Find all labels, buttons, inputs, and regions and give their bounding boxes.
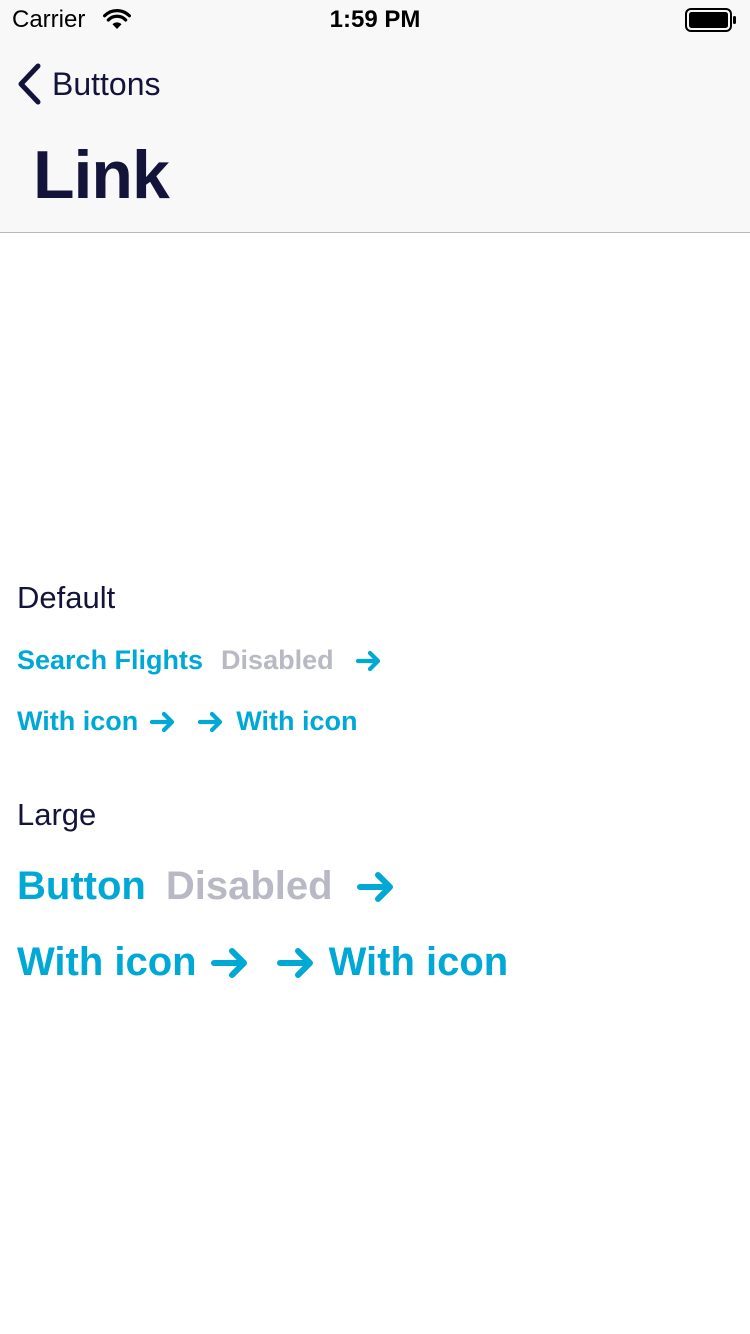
large-disabled-link[interactable]: Disabled bbox=[166, 864, 333, 909]
battery-icon bbox=[685, 8, 736, 32]
with-icon-trailing-label: With icon bbox=[17, 706, 139, 736]
disabled-link[interactable]: Disabled bbox=[221, 645, 334, 676]
large-row-2: With icon With icon bbox=[17, 940, 508, 985]
large-row-1: Button Disabled bbox=[17, 864, 395, 909]
with-icon-leading-label: With icon bbox=[236, 706, 358, 736]
icon-only-link[interactable] bbox=[355, 650, 382, 672]
page-title: Link bbox=[33, 137, 170, 213]
arrow-right-icon bbox=[198, 711, 223, 732]
large-button-label: Button bbox=[17, 864, 146, 908]
arrow-right-icon bbox=[356, 871, 393, 902]
back-button[interactable]: Buttons bbox=[14, 60, 161, 108]
chevron-left-icon bbox=[18, 63, 41, 105]
large-button-link[interactable]: Button bbox=[17, 864, 146, 909]
large-with-icon-leading-link[interactable]: With icon bbox=[276, 940, 509, 985]
navigation-header: Buttons Link bbox=[0, 40, 750, 233]
screen: Carrier 1:59 PM Buttons Link Default Sea… bbox=[0, 0, 750, 1334]
search-flights-link[interactable]: Search Flights bbox=[17, 645, 203, 676]
large-with-icon-leading-label: With icon bbox=[328, 940, 509, 984]
large-disabled-label: Disabled bbox=[165, 864, 333, 908]
arrow-right-icon bbox=[150, 711, 175, 732]
disabled-link-label: Disabled bbox=[221, 645, 334, 675]
large-with-icon-trailing-link[interactable]: With icon bbox=[17, 940, 249, 985]
large-with-icon-trailing-label: With icon bbox=[17, 940, 197, 984]
search-flights-label: Search Flights bbox=[17, 645, 204, 675]
arrow-right-icon bbox=[210, 947, 247, 978]
arrow-right-icon bbox=[276, 947, 313, 978]
status-bar: Carrier 1:59 PM bbox=[0, 0, 750, 40]
default-row-1: Search Flights Disabled bbox=[17, 645, 382, 676]
default-row-2: With icon With icon bbox=[17, 706, 358, 737]
with-icon-leading-link[interactable]: With icon bbox=[198, 706, 358, 737]
section-label-large: Large bbox=[17, 797, 97, 832]
status-time: 1:59 PM bbox=[329, 6, 421, 33]
with-icon-trailing-link[interactable]: With icon bbox=[17, 706, 176, 737]
arrow-right-icon bbox=[355, 650, 380, 671]
large-icon-only-link[interactable] bbox=[356, 870, 395, 904]
back-button-label: Buttons bbox=[52, 65, 161, 102]
section-label-default: Default bbox=[17, 580, 116, 615]
